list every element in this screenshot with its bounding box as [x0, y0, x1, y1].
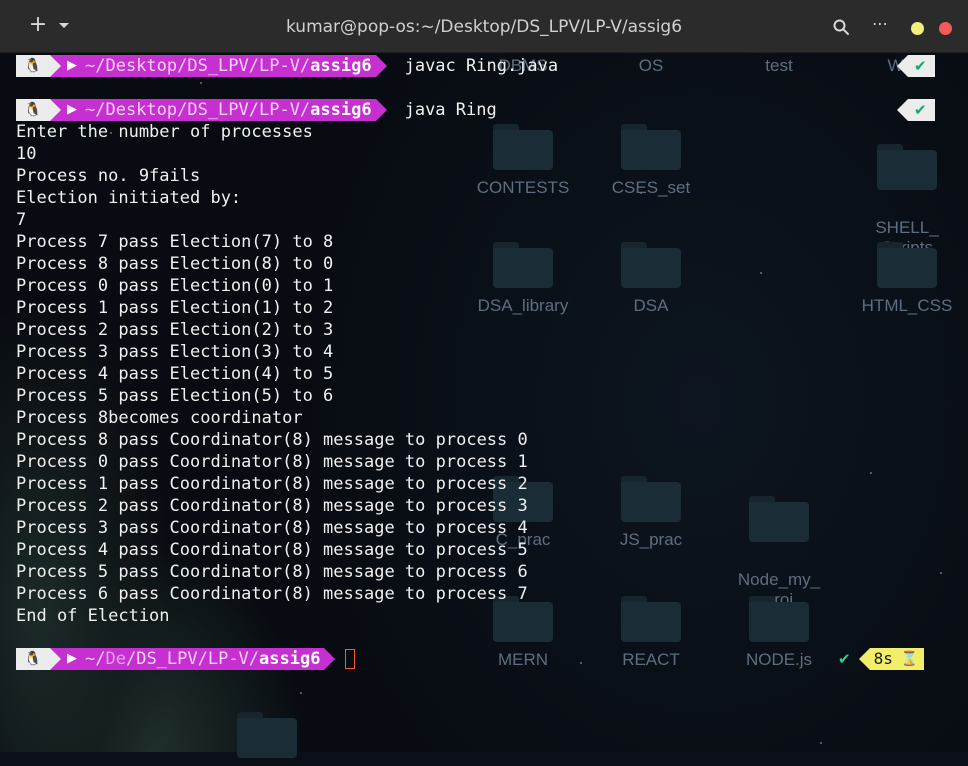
output-line: Process 4 pass Election(4) to 5	[16, 364, 334, 384]
output-line: Process 8 pass Coordinator(8) message to…	[16, 430, 528, 450]
shell-prompt: 🐧 ▶ ~/Desktop/DS_LPV/LP-V/assig6 java Rin…	[16, 99, 497, 121]
prompt-path-home: ~/	[85, 649, 106, 669]
linux-tux-icon: 🐧	[16, 55, 50, 77]
prompt-path-dir: assig6	[310, 100, 372, 120]
output-line: Election initiated by:	[16, 188, 242, 208]
folder-icon: ▶	[67, 651, 77, 666]
prompt-separator	[858, 648, 870, 670]
shell-prompt-active[interactable]: 🐧 ▶ ~/De/DS_LPV/LP-V/assig6	[16, 648, 356, 670]
output-line: 10	[16, 144, 37, 164]
prompt-path-dir: assig6	[259, 649, 321, 669]
folder-icon: ▶	[67, 58, 77, 73]
ellipsis-icon[interactable]: ⋯	[870, 16, 890, 36]
output-line: Process 0 pass Coordinator(8) message to…	[16, 452, 528, 472]
prompt-separator	[324, 648, 336, 670]
check-icon: ✔	[908, 99, 935, 121]
linux-tux-icon: 🐧	[16, 648, 50, 670]
prompt-separator	[50, 648, 61, 670]
prompt-status: ✔ 8s ⌛	[832, 648, 925, 670]
search-icon[interactable]	[832, 18, 850, 36]
prompt-separator	[375, 55, 387, 77]
minimize-button[interactable]	[911, 22, 924, 35]
prompt-path-prefix: ~/Desktop/DS_LPV/LP-V/	[85, 56, 311, 76]
output-line: Process 3 pass Coordinator(8) message to…	[16, 518, 528, 538]
linux-tux-icon: 🐧	[16, 99, 50, 121]
chevron-down-icon[interactable]	[56, 17, 72, 33]
prompt-path-dir: assig6	[310, 56, 372, 76]
output-line: Process 2 pass Election(2) to 3	[16, 320, 334, 340]
prompt-status: ✔	[897, 55, 935, 77]
terminal-body[interactable]: 🐧 ▶ ~/Desktop/DS_LPV/LP-V/assig6 javac Ri…	[0, 52, 968, 752]
duration-value: 8s	[873, 649, 893, 668]
output-line: Process no. 9fails	[16, 166, 201, 186]
output-line: Process 1 pass Election(1) to 2	[16, 298, 334, 318]
prompt-separator	[897, 99, 908, 121]
output-line: Process 0 pass Election(0) to 1	[16, 276, 334, 296]
output-line: Process 4 pass Coordinator(8) message to…	[16, 540, 528, 560]
prompt-path-truncated: De	[105, 649, 126, 669]
prompt-separator	[50, 55, 61, 77]
prompt-path: ▶ ~/Desktop/DS_LPV/LP-V/assig6	[61, 99, 376, 121]
prompt-command: java Ring	[404, 100, 497, 120]
hourglass-icon: ⌛	[900, 651, 919, 667]
plus-icon[interactable]: +	[26, 13, 50, 37]
folder-icon: ▶	[67, 102, 77, 117]
prompt-path: ▶ ~/De/DS_LPV/LP-V/assig6	[61, 648, 325, 670]
prompt-separator	[897, 55, 908, 77]
output-line: Process 1 pass Coordinator(8) message to…	[16, 474, 528, 494]
output-line: Process 8 pass Election(8) to 0	[16, 254, 334, 274]
prompt-path: ▶ ~/Desktop/DS_LPV/LP-V/assig6	[61, 55, 376, 77]
prompt-path-prefix: /DS_LPV/LP-V/	[125, 649, 260, 669]
terminal-titlebar: + kumar@pop-os:~/Desktop/DS_LPV/LP-V/ass…	[0, 0, 968, 53]
prompt-path-prefix: ~/Desktop/DS_LPV/LP-V/	[85, 100, 311, 120]
prompt-command: javac Ring.java	[404, 56, 559, 76]
output-line: Enter the number of processes	[16, 122, 313, 142]
prompt-status: ✔	[897, 99, 935, 121]
output-line: Process 3 pass Election(3) to 4	[16, 342, 334, 362]
window-title: kumar@pop-os:~/Desktop/DS_LPV/LP-V/assig…	[285, 17, 683, 37]
output-line: End of Election	[16, 606, 170, 626]
prompt-separator	[375, 99, 387, 121]
output-line: Process 5 pass Coordinator(8) message to…	[16, 562, 528, 582]
output-line: Process 8becomes coordinator	[16, 408, 303, 428]
close-button[interactable]	[939, 22, 952, 35]
prompt-separator	[50, 99, 61, 121]
check-icon: ✔	[908, 55, 935, 77]
output-line: Process 6 pass Coordinator(8) message to…	[16, 584, 528, 604]
check-icon: ✔	[832, 648, 859, 670]
shell-prompt: 🐧 ▶ ~/Desktop/DS_LPV/LP-V/assig6 javac Ri…	[16, 55, 558, 77]
output-line: Process 5 pass Election(5) to 6	[16, 386, 334, 406]
output-line: Process 2 pass Coordinator(8) message to…	[16, 496, 528, 516]
output-line: 7	[16, 210, 27, 230]
output-line: Process 7 pass Election(7) to 8	[16, 232, 334, 252]
command-duration: 8s ⌛	[869, 648, 925, 670]
text-cursor[interactable]	[345, 649, 356, 669]
